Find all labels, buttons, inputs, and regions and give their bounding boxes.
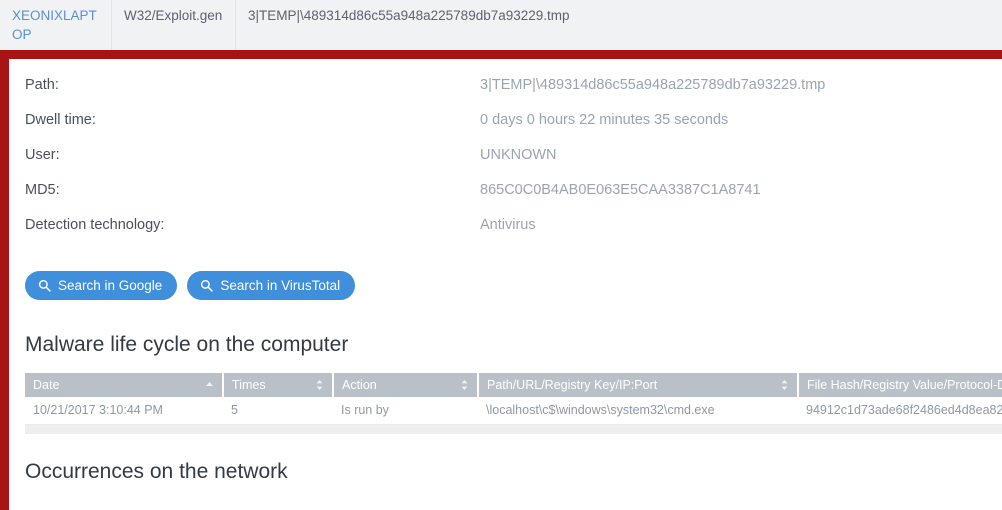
column-header-label: Path/URL/Registry Key/IP:Port — [487, 378, 658, 392]
detail-value: 3|TEMP|\489314d86c55a948a225789db7a93229… — [480, 77, 826, 93]
search-in-virustotal-label: Search in VirusTotal — [220, 278, 341, 293]
column-header-label: Date — [33, 378, 60, 392]
search-in-virustotal-button[interactable]: Search in VirusTotal — [187, 271, 356, 300]
detail-row-path: Path: 3|TEMP|\489314d86c55a948a225789db7… — [25, 77, 1002, 112]
detail-value: 865C0C0B4AB0E063E5CAA3387C1A8741 — [480, 182, 761, 198]
search-icon — [38, 279, 51, 292]
search-in-google-button[interactable]: Search in Google — [25, 271, 178, 300]
detail-row-user: User: UNKNOWN — [25, 147, 1002, 182]
computer-name-link[interactable]: XEONIXLAPTOP — [12, 8, 97, 42]
detail-row-md5: MD5: 865C0C0B4AB0E063E5CAA3387C1A8741 — [25, 182, 1002, 217]
cell-date: 10/21/2017 3:10:44 PM — [25, 397, 223, 425]
malware-lifecycle-title: Malware life cycle on the computer — [25, 333, 349, 356]
detail-value: UNKNOWN — [480, 147, 557, 163]
column-header-action[interactable]: Action — [333, 373, 479, 397]
detail-label: Path: — [25, 77, 59, 93]
summary-cell-path: 3|TEMP|\489314d86c55a948a225789db7a93229… — [248, 8, 570, 23]
search-icon — [200, 279, 214, 292]
column-header-file-hash[interactable]: File Hash/Registry Value/Protocol-Direct… — [798, 373, 1002, 397]
sort-both-icon — [316, 380, 323, 390]
detail-value: 0 days 0 hours 22 minutes 35 seconds — [480, 112, 729, 128]
details-panel: Path: 3|TEMP|\489314d86c55a948a225789db7… — [0, 50, 1002, 510]
column-header-path[interactable]: Path/URL/Registry Key/IP:Port — [478, 373, 799, 397]
sort-both-icon — [781, 380, 788, 390]
search-button-group: Search in Google Search in VirusTotal — [25, 271, 1002, 300]
malware-lifecycle-table: Date Times Action Path/URL/Registry Key/… — [25, 373, 1002, 425]
sort-both-icon — [461, 380, 468, 390]
summary-header-bar: XEONIXLAPTOP W32/Exploit.gen 3|TEMP|\489… — [0, 0, 1002, 50]
search-in-google-label: Search in Google — [58, 278, 163, 293]
detail-row-dwell-time: Dwell time: 0 days 0 hours 22 minutes 35… — [25, 112, 1002, 147]
detail-row-detection-technology: Detection technology: Antivirus — [25, 217, 1002, 252]
summary-cell-computer: XEONIXLAPTOP — [0, 0, 112, 50]
cell-action: Is run by — [333, 397, 478, 425]
detail-label: User: — [25, 147, 60, 163]
malware-lifecycle-table-container: Date Times Action Path/URL/Registry Key/… — [25, 373, 1002, 434]
detail-field-list: Path: 3|TEMP|\489314d86c55a948a225789db7… — [25, 77, 1002, 252]
table-row[interactable]: 10/21/2017 3:10:44 PM 5 Is run by \local… — [25, 397, 1002, 425]
cell-file-hash: 94912c1d73ade68f2486ed4d8ea8268f — [798, 397, 1002, 425]
summary-cell-threat: W32/Exploit.gen — [112, 0, 236, 50]
column-header-label: Times — [232, 378, 266, 392]
table-footer-strip — [25, 424, 1002, 434]
detail-label: Dwell time: — [25, 112, 96, 128]
sort-ascending-icon — [206, 382, 213, 386]
cell-path: \localhost\c$\windows\system32\cmd.exe — [478, 397, 798, 425]
cell-times: 5 — [223, 397, 333, 425]
column-header-times[interactable]: Times — [223, 373, 334, 397]
table-header-row: Date Times Action Path/URL/Registry Key/… — [25, 373, 1002, 397]
column-header-label: Action — [342, 378, 377, 392]
column-header-date[interactable]: Date — [25, 373, 224, 397]
detail-label: Detection technology: — [25, 217, 165, 233]
network-occurrences-title: Occurrences on the network — [25, 459, 288, 483]
detail-value: Antivirus — [480, 217, 536, 233]
detail-label: MD5: — [25, 182, 60, 198]
column-header-label: File Hash/Registry Value/Protocol-Direct… — [807, 378, 1002, 392]
